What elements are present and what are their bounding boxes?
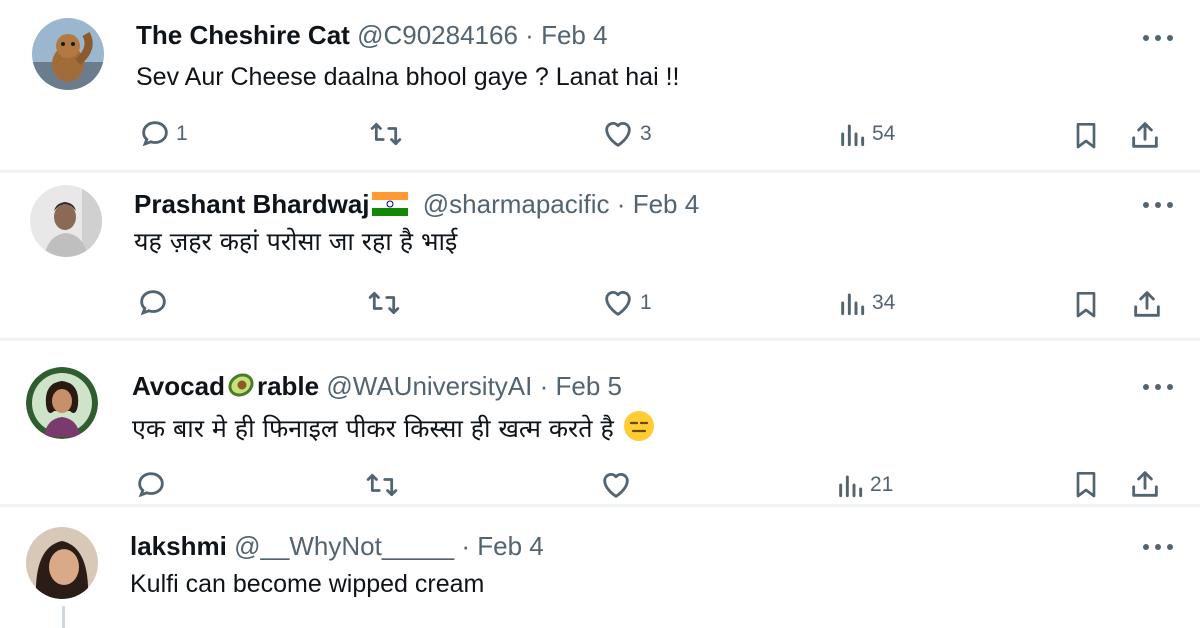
share-icon[interactable] xyxy=(1130,287,1164,321)
timestamp[interactable]: Feb 5 xyxy=(556,371,623,401)
retweet-icon xyxy=(368,291,400,315)
user-handle[interactable]: @C90284166 xyxy=(357,20,518,50)
user-handle[interactable]: @__WhyNot_____ xyxy=(234,531,454,561)
like-button[interactable]: 3 xyxy=(600,114,652,154)
reply-icon xyxy=(138,472,164,498)
user-handle[interactable]: @WAUniversityAI xyxy=(326,371,532,401)
retweet-button[interactable] xyxy=(364,465,400,505)
tweet-text: Sev Aur Cheese daalna bhool gaye ? Lanat… xyxy=(136,63,680,91)
timestamp[interactable]: Feb 4 xyxy=(633,189,700,219)
timestamp[interactable]: Feb 4 xyxy=(541,20,608,50)
more-options-icon[interactable] xyxy=(1138,28,1178,48)
heart-icon xyxy=(605,291,631,316)
reply-tweet[interactable]: lakshmi @__WhyNot_____ · Feb 4 Kulfi can… xyxy=(0,507,1200,628)
avatar[interactable] xyxy=(26,367,98,439)
reply-icon xyxy=(142,121,168,147)
timestamp[interactable]: Feb 4 xyxy=(477,531,544,561)
retweet-button[interactable] xyxy=(366,283,402,323)
tweet-header: Prashant Bhardwaj @sharmapacific · Feb 4 xyxy=(134,189,699,219)
views-icon xyxy=(841,124,865,147)
tweet-text: एक बार मे ही फिनाइल पीकर किस्सा ही खत्म … xyxy=(132,409,656,444)
reply-icon xyxy=(140,290,166,316)
reply-button[interactable]: 1 xyxy=(138,114,188,154)
reply-tweet[interactable]: Prashant Bhardwaj @sharmapacific · Feb 4… xyxy=(0,173,1200,338)
views-icon xyxy=(839,475,863,498)
views-button[interactable]: 34 xyxy=(836,283,895,323)
display-name[interactable]: The Cheshire Cat xyxy=(136,20,350,50)
share-icon[interactable] xyxy=(1128,467,1162,501)
display-name[interactable]: Prashant Bhardwaj xyxy=(134,189,370,219)
tweet-header: The Cheshire Cat @C90284166 · Feb 4 xyxy=(136,20,608,50)
bookmark-icon[interactable] xyxy=(1070,287,1102,321)
display-name-part: rable xyxy=(256,371,320,401)
like-count: 1 xyxy=(640,291,652,314)
bookmark-icon[interactable] xyxy=(1070,467,1102,501)
retweet-icon xyxy=(366,473,398,497)
thread-connector-line xyxy=(62,606,65,628)
display-name[interactable]: Avocad rable xyxy=(132,371,319,401)
like-button[interactable]: 1 xyxy=(600,283,652,323)
avatar[interactable] xyxy=(32,18,104,90)
display-name-part: Avocad xyxy=(132,371,225,401)
like-button[interactable] xyxy=(598,465,634,505)
more-options-icon[interactable] xyxy=(1138,195,1178,215)
like-count: 3 xyxy=(640,122,652,145)
tweet-text: यह ज़हर कहां परोसा जा रहा है भाई xyxy=(134,227,458,256)
india-flag-icon xyxy=(371,192,408,216)
heart-icon xyxy=(603,473,629,498)
views-button[interactable]: 54 xyxy=(836,114,895,154)
tweet-header: lakshmi @__WhyNot_____ · Feb 4 xyxy=(130,531,544,561)
avatar[interactable] xyxy=(26,527,98,599)
separator-dot: · xyxy=(539,371,549,401)
views-icon xyxy=(841,293,865,316)
bookmark-icon[interactable] xyxy=(1070,118,1102,152)
tweet-text-content: एक बार मे ही फिनाइल पीकर किस्सा ही खत्म … xyxy=(132,414,614,443)
view-count: 21 xyxy=(870,473,894,496)
retweet-icon xyxy=(370,122,402,146)
separator-dot: · xyxy=(461,531,471,561)
tweet-header: Avocad rable @WAUniversityAI · Feb 5 xyxy=(132,371,622,401)
separator-dot: · xyxy=(525,20,534,50)
retweet-button[interactable] xyxy=(368,114,404,154)
reply-count: 1 xyxy=(176,122,188,145)
view-count: 54 xyxy=(872,122,896,145)
avatar[interactable] xyxy=(30,185,102,257)
user-handle[interactable]: @sharmapacific xyxy=(423,189,610,219)
views-button[interactable]: 21 xyxy=(834,465,893,505)
view-count: 34 xyxy=(872,291,896,314)
more-options-icon[interactable] xyxy=(1138,537,1178,557)
tweet-text: Kulfi can become wipped cream xyxy=(130,570,485,598)
reply-button[interactable] xyxy=(136,283,170,323)
display-name[interactable]: lakshmi xyxy=(130,531,227,561)
more-options-icon[interactable] xyxy=(1138,377,1178,397)
expressionless-face-icon xyxy=(623,411,654,441)
share-icon[interactable] xyxy=(1128,118,1162,152)
separator-dot: · xyxy=(616,189,626,219)
reply-tweet[interactable]: The Cheshire Cat @C90284166 · Feb 4 Sev … xyxy=(0,0,1200,170)
avocado-emoji-icon xyxy=(228,373,254,397)
reply-tweet[interactable]: Avocad rable @WAUniversityAI · Feb 5 एक ब… xyxy=(0,341,1200,504)
heart-icon xyxy=(605,122,631,147)
reply-button[interactable] xyxy=(134,465,168,505)
